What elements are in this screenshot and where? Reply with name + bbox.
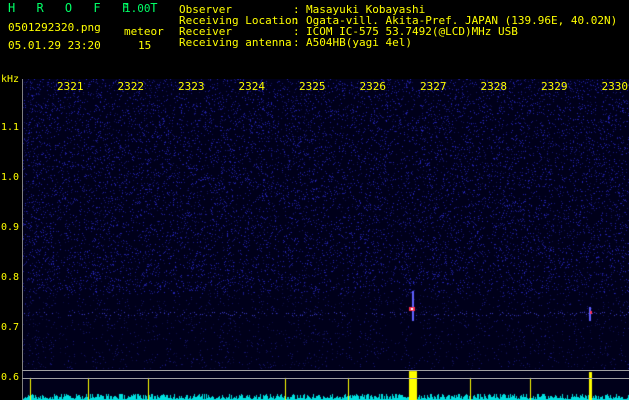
x-tick-label: 2330 (601, 80, 629, 93)
app-version: 1.00 (124, 2, 151, 15)
y-tick-label: 0.7 (1, 322, 20, 333)
y-tick-label: 1.1 (1, 122, 20, 133)
y-axis-line (22, 79, 23, 400)
x-tick-label: 2329 (541, 80, 568, 93)
level-line-lower (22, 378, 629, 379)
spectrogram-canvas (22, 79, 629, 400)
x-tick-label: 2327 (420, 80, 447, 93)
x-tick-label: 2328 (480, 80, 508, 93)
hroffft-window: { "app": { "name": "H R O F F T", "versi… (0, 0, 629, 400)
y-tick-label: 1.0 (1, 172, 20, 183)
y-tick-label: 0.9 (1, 222, 20, 233)
info-colon: : (293, 36, 300, 49)
info-label: Receiving antenna (179, 36, 292, 49)
y-tick-label: 0.6 (1, 372, 20, 383)
x-tick-label: 2325 (299, 80, 326, 93)
x-tick-label: 2326 (359, 80, 387, 93)
x-tick-label: 2324 (238, 80, 266, 93)
file-name: 0501292320.png (8, 21, 101, 34)
meteor-count: 15 (138, 39, 152, 52)
info-value: A504HB(yagi 4el) (306, 36, 412, 49)
meteor-label: meteor (124, 25, 164, 38)
x-tick-label: 2321 (57, 80, 84, 93)
level-line-upper (22, 370, 629, 371)
y-tick-label: 0.8 (1, 272, 20, 283)
spectrogram-plot (22, 79, 629, 400)
x-tick-label: 2323 (178, 80, 205, 93)
x-tick-label: 2322 (117, 80, 145, 93)
date-time: 05.01.29 23:20 (8, 39, 101, 52)
y-unit-label: kHz (1, 74, 20, 85)
